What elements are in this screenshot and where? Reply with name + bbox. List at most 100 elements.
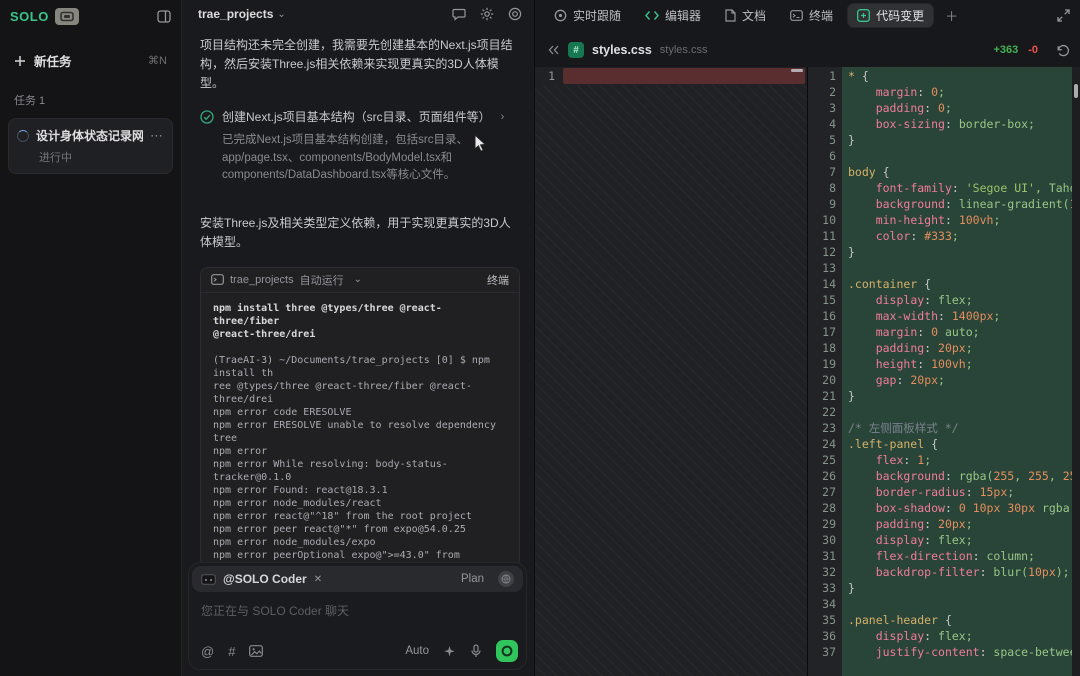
line-number: 22 (808, 404, 836, 420)
add-tab-icon[interactable]: ＋ (939, 6, 964, 25)
line-number: 35 (808, 612, 836, 628)
line-number: 2 (808, 84, 836, 100)
project-title[interactable]: trae_projects (198, 7, 273, 21)
open-terminal-link[interactable]: 终端 (487, 272, 509, 288)
code-line: margin: 0; (848, 84, 1072, 100)
todo-text: 创建Next.js项目基本结构（src目录、页面组件等） (222, 108, 491, 125)
attach-image-icon[interactable] (249, 645, 263, 657)
code-line: min-height: 100vh; (848, 212, 1072, 228)
line-number: 37 (808, 644, 836, 660)
css-code[interactable]: * { margin: 0; padding: 0; box-sizing: b… (848, 68, 1072, 660)
at-mention-icon[interactable]: @ (201, 644, 214, 659)
mouse-cursor (474, 134, 487, 152)
plus-icon (14, 55, 26, 67)
todo-item[interactable]: 创建Next.js项目基本结构（src目录、页面组件等） › (200, 108, 520, 125)
diff-original-pane[interactable]: 1 (535, 67, 808, 676)
line-number: 27 (808, 484, 836, 500)
collapse-diff-icon[interactable] (547, 44, 560, 56)
terminal-line: npm error code ERESOLVE (213, 406, 507, 419)
new-task-button[interactable]: 新任务 ⌘N (10, 47, 171, 74)
original-line-number: 1 (535, 67, 563, 84)
plan-toggle[interactable] (498, 571, 514, 587)
tab-code-changes[interactable]: 代码变更 (848, 4, 933, 27)
task-progress-spinner-icon (17, 130, 29, 142)
line-number: 16 (808, 308, 836, 324)
line-number: 26 (808, 468, 836, 484)
terminal-line: ree @types/three @react-three/fiber @rea… (213, 380, 507, 393)
agent-terminal-icon (201, 574, 216, 585)
agent-mention-chip[interactable]: @SOLO Coder (223, 572, 307, 586)
chat-messages: 项目结构还未完全创建，我需要先创建基本的Next.js项目结构，然后安装Thre… (182, 28, 534, 621)
line-number: 15 (808, 292, 836, 308)
editor-scrollbar-thumb[interactable] (1074, 84, 1078, 98)
original-scrollbar-thumb[interactable] (791, 69, 803, 72)
task-card[interactable]: 设计身体状态记录网站 ⋯ 进行中 (8, 118, 173, 174)
chat-panel: trae_projects ⌄ 项目结构还未完全创建，我需要先创建基本的Next… (182, 0, 535, 676)
comment-icon[interactable] (452, 7, 466, 21)
line-number: 24 (808, 436, 836, 452)
code-line: margin: 0 auto; (848, 324, 1072, 340)
lines-removed-count: -0 (1028, 44, 1038, 56)
remove-mention-icon[interactable]: ✕ (314, 574, 322, 585)
stop-send-button[interactable] (496, 640, 518, 662)
terminal-line: npm error (213, 445, 507, 458)
tab-editor[interactable]: 编辑器 (636, 4, 710, 27)
code-line: padding: 20px; (848, 516, 1072, 532)
code-line: color: #333; (848, 228, 1072, 244)
chat-header: trae_projects ⌄ (182, 0, 534, 28)
chat-input[interactable]: @SOLO Coder ✕ Plan 您正在与 SOLO Coder 聊天 @ … (188, 562, 527, 670)
tab-label: 终端 (809, 7, 833, 24)
chat-input-placeholder[interactable]: 您正在与 SOLO Coder 聊天 (201, 602, 526, 619)
line-number: 29 (808, 516, 836, 532)
code-line: max-width: 1400px; (848, 308, 1072, 324)
line-number: 12 (808, 244, 836, 260)
expand-panel-icon[interactable] (1057, 9, 1070, 22)
model-auto-selector[interactable]: Auto (405, 645, 429, 657)
microphone-icon[interactable] (470, 644, 482, 658)
line-number: 18 (808, 340, 836, 356)
terminal-line: npm error While resolving: body-status- (213, 458, 507, 471)
terminal-line: npm error react@"^18" from the root proj… (213, 510, 507, 523)
line-number: 7 (808, 164, 836, 180)
code-line: flex: 1; (848, 452, 1072, 468)
tab-terminal[interactable]: 终端 (781, 4, 842, 27)
code-line: flex-direction: column; (848, 548, 1072, 564)
tab-docs[interactable]: 文档 (716, 4, 775, 27)
line-number: 3 (808, 100, 836, 116)
code-line: box-sizing: border-box; (848, 116, 1072, 132)
css-file-icon: # (568, 42, 584, 58)
todo-expand-chevron-icon[interactable]: › (501, 111, 505, 123)
task-title: 设计身体状态记录网站 (36, 127, 143, 144)
sidebar-header: SOLO (0, 0, 181, 31)
terminal-line: npm error ERESOLVE unable to resolve dep… (213, 419, 507, 432)
toggle-sidebar-icon[interactable] (157, 10, 171, 23)
code-line: display: flex; (848, 628, 1072, 644)
line-number: 4 (808, 116, 836, 132)
line-number: 23 (808, 420, 836, 436)
tab-label: 代码变更 (876, 7, 924, 24)
line-number: 8 (808, 180, 836, 196)
settings-gear-icon[interactable] (480, 7, 494, 21)
revert-changes-icon[interactable] (1056, 44, 1070, 57)
terminal-icon (790, 10, 803, 21)
code-line (848, 596, 1072, 612)
terminal-project-label: trae_projects (230, 274, 294, 286)
terminal-mode-chevron-icon[interactable]: ⌄ (354, 274, 362, 285)
diff-modified-pane[interactable]: 1234567891011121314151617181920212223242… (808, 67, 1080, 676)
history-at-icon[interactable] (508, 7, 522, 21)
code-line: } (848, 132, 1072, 148)
chevron-down-icon[interactable]: ⌄ (277, 9, 285, 20)
new-task-label: 新任务 (34, 51, 72, 70)
sparkle-enhance-icon[interactable] (443, 645, 456, 658)
terminal-mode-label[interactable]: 自动运行 (300, 272, 344, 288)
terminal-line: npm error Found: react@18.3.1 (213, 484, 507, 497)
editor-scrollbar[interactable] (1072, 67, 1080, 676)
hash-context-icon[interactable]: # (228, 644, 235, 659)
terminal-line: tree (213, 432, 507, 445)
task-more-icon[interactable]: ⋯ (150, 128, 164, 144)
terminal-line: @react-three/drei (213, 328, 507, 341)
terminal-output[interactable]: npm install three @types/three @react-th… (201, 293, 519, 567)
tab-live-follow[interactable]: 实时跟随 (545, 4, 630, 27)
file-name[interactable]: styles.css (592, 43, 652, 57)
code-line: padding: 20px; (848, 340, 1072, 356)
